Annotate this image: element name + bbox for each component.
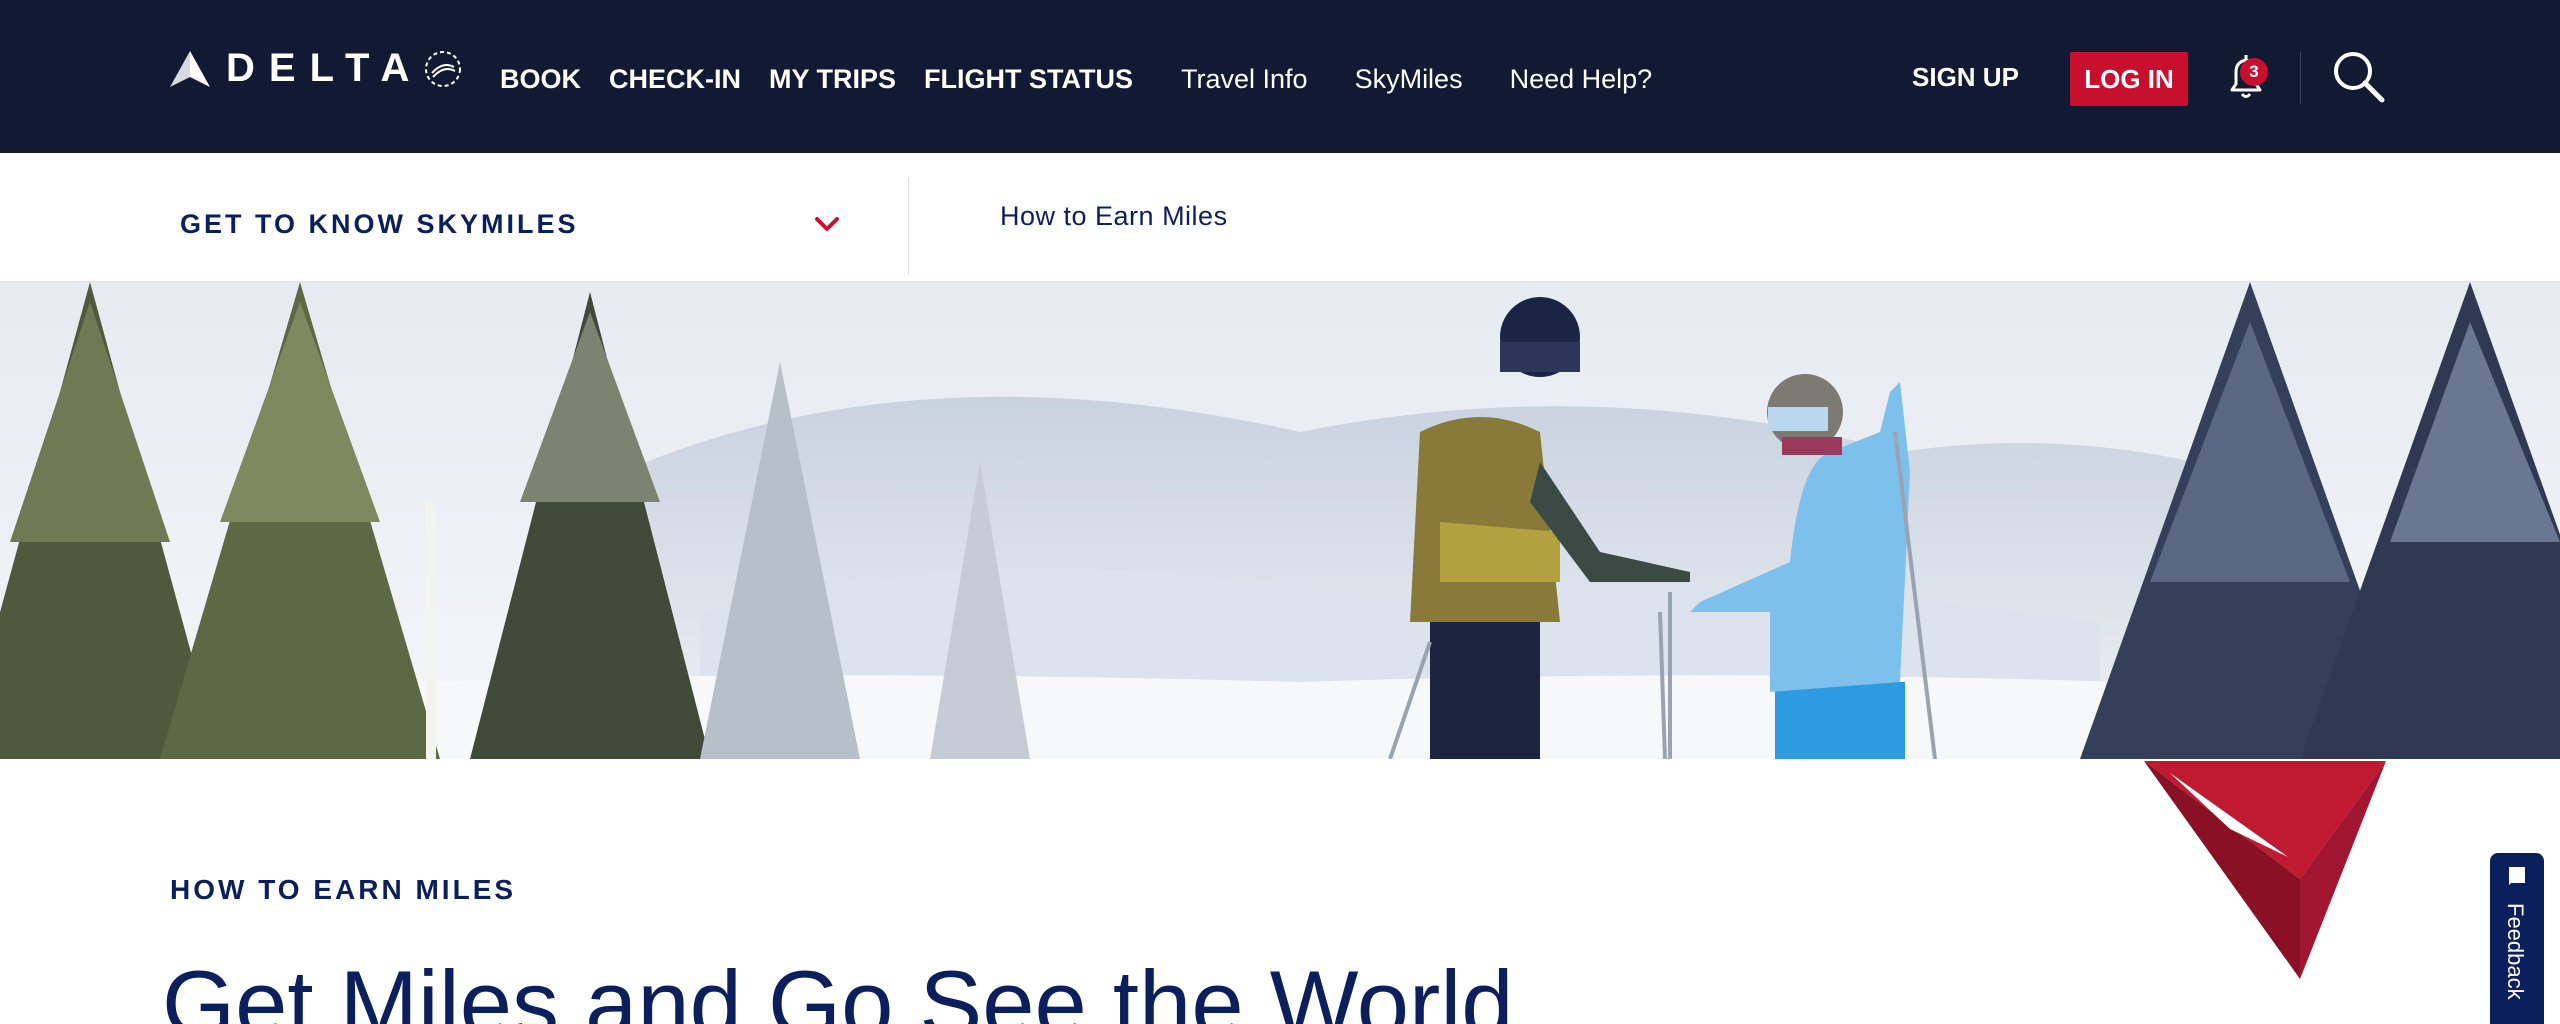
hero-image [0, 282, 2560, 759]
secondary-nav: Travel Info SkyMiles Need Help? [1181, 64, 1699, 95]
delta-widget-icon [2144, 761, 2386, 979]
feedback-icon [2509, 867, 2525, 885]
section-eyebrow: HOW TO EARN MILES [170, 874, 517, 905]
nav-travel-info[interactable]: Travel Info [1181, 64, 1308, 95]
skyteam-icon [425, 50, 462, 87]
nav-flight-status[interactable]: FLIGHT STATUS [924, 64, 1133, 95]
feedback-label: Feedback [2503, 903, 2528, 1000]
primary-nav: BOOK CHECK-IN MY TRIPS FLIGHT STATUS [500, 64, 1161, 95]
nav-book[interactable]: BOOK [500, 64, 581, 95]
chevron-down-icon[interactable] [812, 209, 842, 239]
nav-skymiles[interactable]: SkyMiles [1355, 64, 1463, 95]
log-in-button[interactable]: LOG IN [2070, 52, 2188, 106]
feedback-button[interactable]: Feedback [2490, 853, 2544, 1024]
page-headline: Get Miles and Go See the World [162, 951, 1514, 1024]
search-icon[interactable] [2330, 48, 2386, 104]
delta-widget-icon [170, 50, 210, 87]
skymiles-subnav: GET TO KNOW SKYMILES How to Earn Miles [0, 153, 2560, 282]
hero-scene [0, 282, 2560, 759]
nav-need-help[interactable]: Need Help? [1510, 64, 1653, 95]
subnav-link-how-to-earn[interactable]: How to Earn Miles [1000, 201, 1228, 232]
sign-up-link[interactable]: SIGN UP [1912, 62, 2019, 93]
subnav-dropdown-title[interactable]: GET TO KNOW SKYMILES [180, 209, 579, 240]
nav-my-trips[interactable]: MY TRIPS [769, 64, 896, 95]
notification-badge: 3 [2240, 58, 2268, 86]
subnav-divider [908, 177, 909, 275]
nav-check-in[interactable]: CHECK-IN [609, 64, 741, 95]
logo-text: DELTA [226, 46, 424, 90]
delta-logo[interactable]: DELTA [168, 46, 463, 91]
nav-divider [2300, 52, 2301, 104]
top-navigation: DELTA BOOK CHECK-IN MY TRIPS FLIGHT STAT… [0, 0, 2560, 153]
